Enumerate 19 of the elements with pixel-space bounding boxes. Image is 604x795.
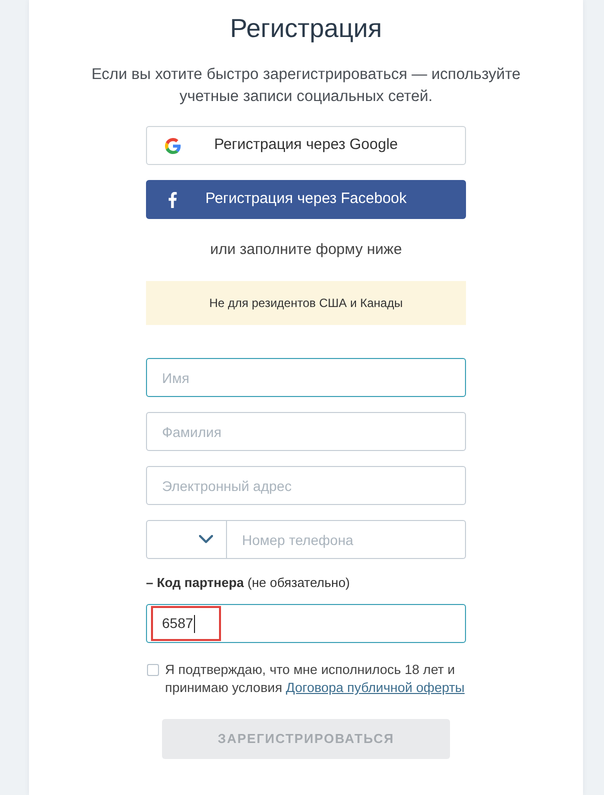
facebook-logo-icon [168, 192, 177, 208]
partner-code-field[interactable]: 6587 [146, 604, 466, 643]
offer-agreement-link[interactable]: Договора публичной оферты [286, 680, 465, 695]
page-title: Регистрация [229, 12, 383, 45]
intro-text: Если вы хотите быстро зарегистрироваться — используйте учетные записи социальных сетей. [90, 65, 522, 107]
text-input[interactable]: Фамилия [146, 412, 466, 451]
agreement-text: Я подтверждаю, что мне исполнилось 18 лет и принимаю условия Договора публичной оферты [165, 661, 466, 697]
notice-banner: Не для резидентов США и Канады [146, 281, 466, 325]
phone-input[interactable]: Номер телефона [227, 520, 466, 559]
google-signup-button[interactable]: Регистрация через Google [146, 126, 466, 165]
google-logo-icon [165, 138, 181, 154]
divider-text: или заполните форму ниже [209, 240, 403, 260]
text-input[interactable]: Электронный адрес [146, 466, 466, 505]
country-code-select[interactable] [146, 520, 227, 559]
partner-code-label: – Код партнера (не обязательно) [146, 574, 351, 592]
text-input[interactable]: Имя [146, 358, 466, 397]
chevron-down-icon [199, 535, 213, 544]
facebook-signup-button[interactable]: Регистрация через Facebook [146, 180, 466, 219]
agreement-checkbox[interactable] [147, 664, 159, 676]
